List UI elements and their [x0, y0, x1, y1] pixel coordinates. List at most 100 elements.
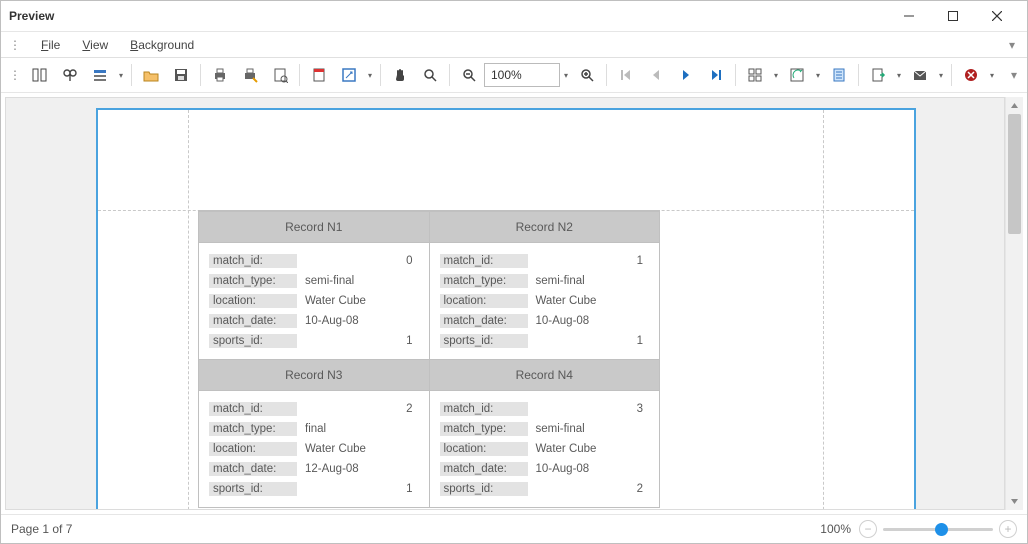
menu-view[interactable]: View — [78, 36, 112, 54]
print-button[interactable] — [205, 62, 235, 88]
thumbnails-button[interactable] — [25, 62, 55, 88]
field-value: Water Cube — [528, 295, 650, 307]
last-page-button[interactable] — [701, 62, 731, 88]
zoom-out-button[interactable] — [454, 62, 484, 88]
content-area: Record N1 match_id:0 match_type:semi-fin… — [1, 93, 1027, 514]
magnifier-button[interactable] — [415, 62, 445, 88]
quick-print-button[interactable] — [235, 62, 265, 88]
scroll-thumb[interactable] — [1008, 114, 1021, 234]
field-value: 10-Aug-08 — [297, 315, 419, 327]
field-value: Water Cube — [528, 443, 650, 455]
zoom-in-button[interactable] — [572, 62, 602, 88]
zoom-input[interactable]: 100% — [484, 63, 560, 87]
close-button[interactable] — [975, 1, 1019, 31]
field-value: 1 — [528, 335, 650, 347]
field-value: 2 — [297, 403, 419, 415]
export-dropdown[interactable]: ▾ — [893, 71, 905, 80]
field-label: match_type: — [440, 422, 528, 436]
record-header: Record N2 — [430, 211, 660, 243]
field-value: 0 — [297, 255, 419, 267]
customize-dropdown[interactable]: ▾ — [115, 71, 127, 80]
vertical-scrollbar[interactable] — [1005, 97, 1023, 510]
zoom-label: 100% — [820, 522, 851, 536]
field-value: 1 — [297, 483, 419, 495]
multipage-dropdown[interactable]: ▾ — [770, 71, 782, 80]
zoom-dropdown[interactable]: ▾ — [560, 71, 572, 80]
field-value: Water Cube — [297, 295, 419, 307]
field-value: 1 — [297, 335, 419, 347]
customize-button[interactable] — [85, 62, 115, 88]
field-label: sports_id: — [209, 334, 297, 348]
titlebar: Preview — [1, 1, 1027, 32]
field-label: match_id: — [209, 402, 297, 416]
records-grid: Record N1 match_id:0 match_type:semi-fin… — [198, 210, 660, 508]
prev-page-button[interactable] — [641, 62, 671, 88]
scale-button[interactable] — [334, 62, 364, 88]
next-page-button[interactable] — [671, 62, 701, 88]
menu-file[interactable]: File — [37, 36, 64, 54]
menubar-overflow-icon[interactable]: ▾ — [1003, 38, 1021, 52]
minimize-button[interactable] — [887, 1, 931, 31]
record-header: Record N3 — [199, 359, 429, 391]
scroll-track[interactable] — [1006, 114, 1023, 493]
margin-guide — [823, 110, 824, 510]
field-value: final — [297, 423, 419, 435]
field-label: match_date: — [209, 462, 297, 476]
document-viewport[interactable]: Record N1 match_id:0 match_type:semi-fin… — [5, 97, 1005, 510]
field-value: 1 — [528, 255, 650, 267]
watermark-button[interactable] — [824, 62, 854, 88]
field-label: match_date: — [440, 462, 528, 476]
scale-dropdown[interactable]: ▾ — [364, 71, 376, 80]
menubar: ⋮ File View Background ▾ — [1, 32, 1027, 58]
field-value: 12-Aug-08 — [297, 463, 419, 475]
field-label: match_id: — [440, 254, 528, 268]
page-setup-button[interactable] — [265, 62, 295, 88]
toolbar-overflow-icon[interactable]: ▾ — [1005, 68, 1023, 82]
zoom-slider-thumb[interactable] — [935, 523, 948, 536]
field-label: match_type: — [209, 422, 297, 436]
toolbar: ⋮ ▾ ▾ 100% ▾ ▾ ▾ — [1, 58, 1027, 93]
field-label: match_id: — [209, 254, 297, 268]
zoom-slider: − + — [859, 520, 1017, 538]
open-button[interactable] — [136, 62, 166, 88]
close-preview-button[interactable] — [956, 62, 986, 88]
zoom-slider-track[interactable] — [883, 528, 993, 531]
close-preview-dropdown[interactable]: ▾ — [986, 71, 998, 80]
statusbar: Page 1 of 7 100% − + — [1, 514, 1027, 543]
multipage-button[interactable] — [740, 62, 770, 88]
field-value: Water Cube — [297, 443, 419, 455]
field-label: match_date: — [209, 314, 297, 328]
hand-tool-button[interactable] — [385, 62, 415, 88]
find-button[interactable] — [55, 62, 85, 88]
send-dropdown[interactable]: ▾ — [935, 71, 947, 80]
scroll-down-icon[interactable] — [1006, 493, 1023, 510]
toolbar-customize-icon[interactable]: ⋮ — [5, 68, 25, 82]
menu-background[interactable]: Background — [126, 36, 198, 54]
field-value: semi-final — [528, 275, 650, 287]
export-button[interactable] — [863, 62, 893, 88]
zoom-in-small-button[interactable]: + — [999, 520, 1017, 538]
field-label: sports_id: — [440, 334, 528, 348]
menu-customize-icon[interactable]: ⋮ — [7, 38, 23, 52]
maximize-button[interactable] — [931, 1, 975, 31]
first-page-button[interactable] — [611, 62, 641, 88]
field-label: location: — [440, 442, 528, 456]
save-button[interactable] — [166, 62, 196, 88]
background-color-button[interactable] — [782, 62, 812, 88]
record-header: Record N4 — [430, 359, 660, 391]
field-label: location: — [209, 442, 297, 456]
zoom-out-small-button[interactable]: − — [859, 520, 877, 538]
header-footer-button[interactable] — [304, 62, 334, 88]
field-value: 10-Aug-08 — [528, 463, 650, 475]
scroll-up-icon[interactable] — [1006, 97, 1023, 114]
field-value: 3 — [528, 403, 650, 415]
field-label: location: — [440, 294, 528, 308]
page-indicator: Page 1 of 7 — [11, 522, 72, 536]
background-color-dropdown[interactable]: ▾ — [812, 71, 824, 80]
field-value: semi-final — [297, 275, 419, 287]
field-value: 10-Aug-08 — [528, 315, 650, 327]
send-button[interactable] — [905, 62, 935, 88]
field-label: location: — [209, 294, 297, 308]
field-value: 2 — [528, 483, 650, 495]
field-label: match_type: — [440, 274, 528, 288]
